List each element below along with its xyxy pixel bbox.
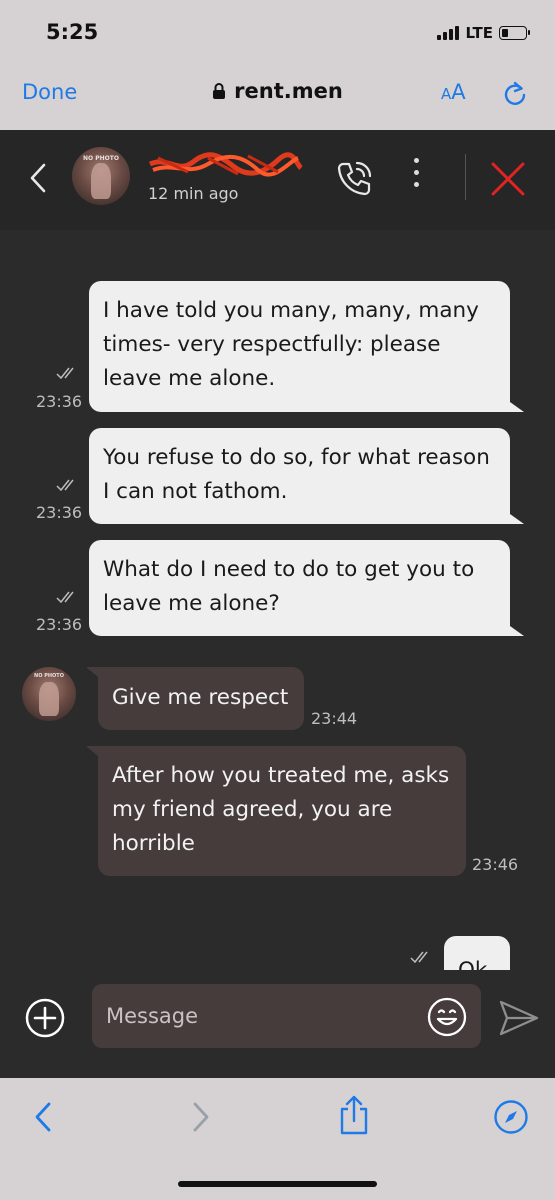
address-bar[interactable]: rent.men — [212, 79, 343, 103]
back-button[interactable] — [28, 162, 48, 198]
phone-call-icon — [337, 161, 372, 196]
add-icon — [25, 998, 65, 1038]
message-list[interactable]: 23:36 I have told you many, many, many t… — [0, 230, 555, 970]
status-indicators: LTE — [437, 24, 530, 42]
read-ticks-icon — [410, 951, 428, 964]
more-vertical-icon[interactable] — [408, 158, 424, 187]
message-bubble-outgoing[interactable]: You refuse to do so, for what reason I c… — [89, 428, 524, 524]
add-attachment-button[interactable] — [25, 998, 65, 1042]
status-bar: 5:25 LTE — [0, 0, 555, 66]
avatar[interactable]: NO PHOTO — [72, 147, 130, 205]
message-time: 23:36 — [36, 615, 83, 634]
read-ticks-icon — [56, 591, 74, 604]
home-indicator — [178, 1181, 377, 1187]
message-time: 23:46 — [472, 855, 519, 874]
battery-icon — [499, 26, 530, 40]
status-time: 5:25 — [46, 20, 99, 44]
browser-back-button[interactable] — [32, 1100, 54, 1138]
compass-button[interactable] — [493, 1099, 529, 1139]
message-bubble-outgoing[interactable]: Ok — [444, 936, 510, 970]
read-ticks-icon — [56, 479, 74, 492]
browser-forward-button[interactable] — [190, 1100, 212, 1138]
message-time: 23:36 — [36, 503, 83, 522]
message-bubble-incoming[interactable]: Give me respect — [86, 667, 304, 730]
message-input[interactable] — [92, 984, 481, 1048]
signal-icon — [437, 26, 460, 40]
header-divider — [465, 154, 466, 200]
message-time: 23:36 — [36, 392, 83, 411]
emoji-button[interactable] — [427, 997, 467, 1041]
send-icon — [499, 1000, 539, 1036]
message-time: 23:44 — [311, 709, 358, 728]
browser-top-bar: Done rent.men AA — [0, 66, 555, 130]
back-chevron-icon — [30, 163, 46, 193]
last-seen-status: 12 min ago — [148, 184, 239, 203]
text-size-button[interactable]: AA — [441, 80, 466, 104]
browser-back-icon — [35, 1102, 51, 1132]
share-button[interactable] — [338, 1094, 370, 1140]
message-bubble-outgoing[interactable]: I have told you many, many, many times- … — [89, 281, 524, 412]
reload-button[interactable] — [501, 80, 529, 112]
chat-header: NO PHOTO 12 min ago — [0, 130, 555, 230]
read-ticks-icon — [56, 367, 74, 380]
send-button[interactable] — [498, 998, 540, 1042]
browser-forward-icon — [193, 1102, 209, 1132]
share-icon — [340, 1095, 368, 1135]
lock-icon — [213, 83, 226, 99]
reload-icon — [504, 81, 526, 105]
call-button[interactable] — [333, 158, 375, 204]
message-composer — [0, 970, 555, 1078]
network-label: LTE — [465, 24, 493, 42]
url-text: rent.men — [234, 79, 343, 103]
redacted-username — [148, 152, 303, 177]
message-bubble-outgoing[interactable]: What do I need to do to get you to leave… — [89, 540, 524, 636]
close-icon — [491, 162, 525, 196]
message-bubble-incoming[interactable]: After how you treated me, asks my friend… — [86, 746, 466, 876]
close-button[interactable] — [490, 161, 526, 201]
sender-avatar[interactable]: NO PHOTO — [22, 667, 76, 721]
emoji-icon — [427, 997, 467, 1037]
compass-icon — [494, 1100, 528, 1134]
